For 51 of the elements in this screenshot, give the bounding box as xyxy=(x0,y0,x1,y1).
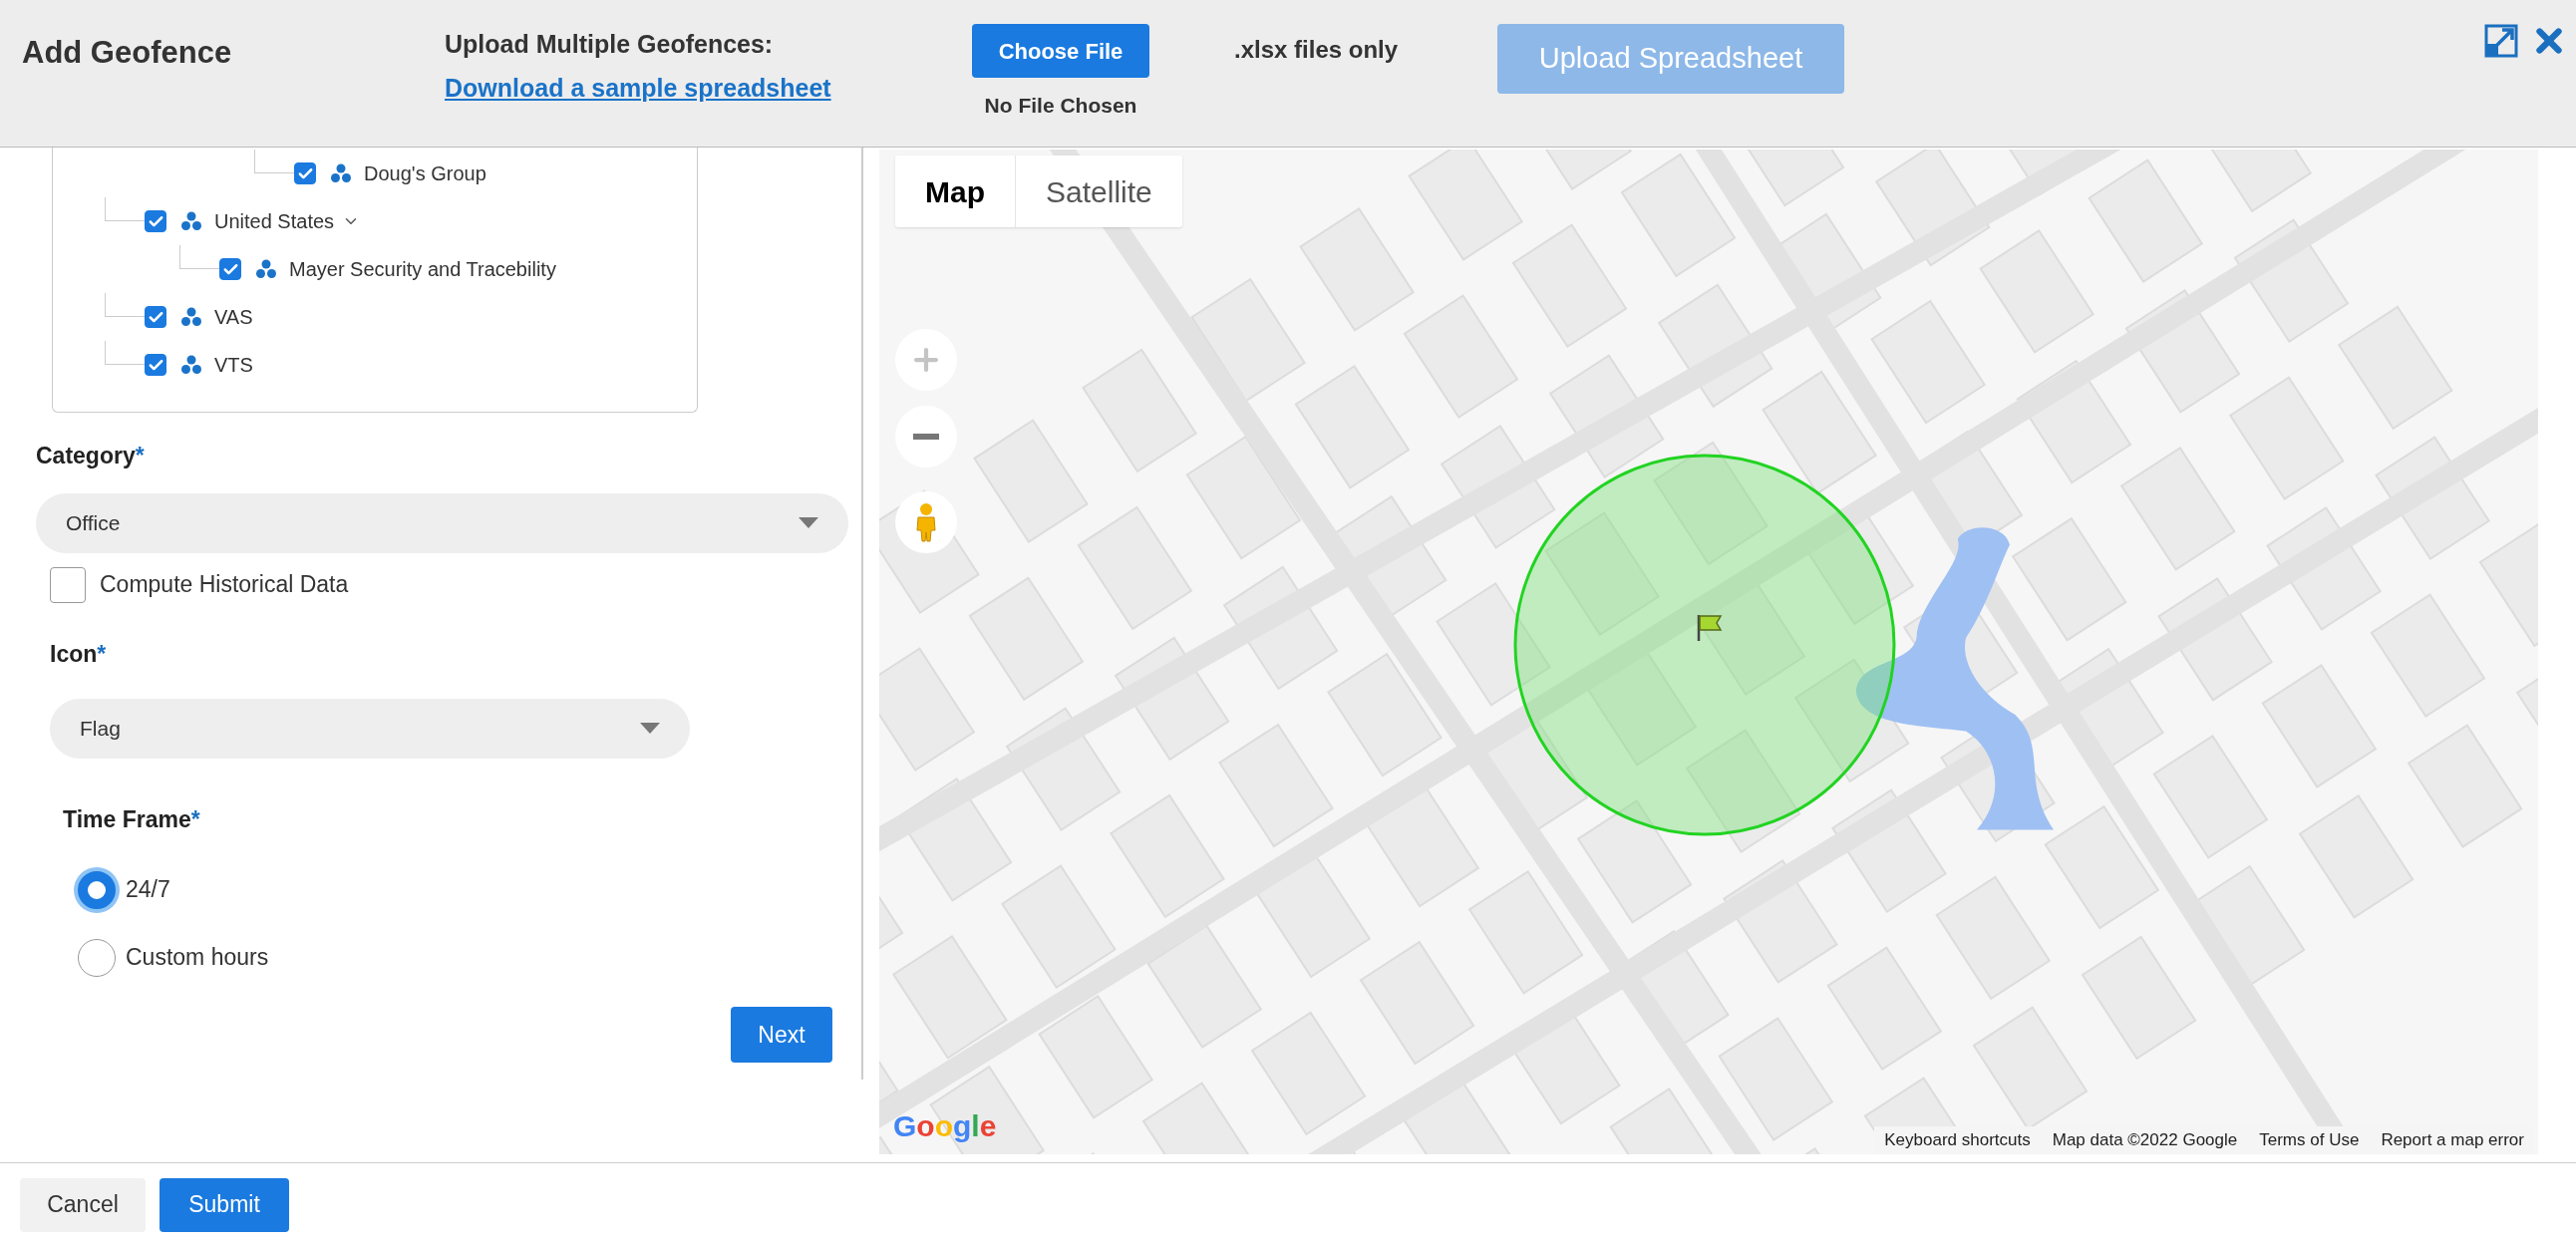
tree-item-label[interactable]: United States xyxy=(214,206,335,236)
expand-icon[interactable] xyxy=(2484,24,2518,58)
group-icon xyxy=(255,259,277,279)
checkbox[interactable] xyxy=(294,162,316,184)
map-footer-link[interactable]: Map data ©2022 Google xyxy=(2052,1127,2238,1153)
checkbox[interactable] xyxy=(219,258,241,280)
group-icon xyxy=(330,163,352,183)
upload-label: Upload Multiple Geofences: xyxy=(445,29,775,60)
time-frame-label: Time Frame xyxy=(63,805,191,834)
map-footer-link[interactable]: Report a map error xyxy=(2381,1127,2524,1153)
required-mark: * xyxy=(97,639,107,669)
checkbox[interactable] xyxy=(145,210,166,232)
choose-file-button[interactable]: Choose File xyxy=(972,24,1149,78)
next-button[interactable]: Next xyxy=(731,1007,832,1063)
flag-icon[interactable] xyxy=(1695,613,1725,643)
map-type-tab[interactable]: Map xyxy=(895,156,1015,227)
person-icon xyxy=(914,502,938,542)
group-icon xyxy=(180,307,202,327)
dialog-title: Add Geofence xyxy=(22,34,232,72)
map-footer-link[interactable]: Keyboard shortcuts xyxy=(1884,1127,2031,1153)
map-footer-link[interactable]: Terms of Use xyxy=(2259,1127,2360,1153)
group-icon xyxy=(180,211,202,231)
radio-label[interactable]: 24/7 xyxy=(126,872,170,907)
submit-button[interactable]: Submit xyxy=(160,1177,289,1232)
tree-item-label[interactable]: VTS xyxy=(214,350,253,380)
map-type-tab[interactable]: Satellite xyxy=(1015,156,1182,227)
sample-spreadsheet-link[interactable]: Download a sample spreadsheet xyxy=(445,69,831,107)
file-status: No File Chosen xyxy=(984,93,1137,119)
checkbox[interactable] xyxy=(145,354,166,376)
required-mark: * xyxy=(190,805,200,834)
minus-icon xyxy=(913,434,939,440)
tree-item-label[interactable]: VAS xyxy=(214,302,253,332)
radio-label[interactable]: Custom hours xyxy=(126,940,269,975)
radio-button[interactable] xyxy=(78,938,116,977)
category-label: Category xyxy=(36,442,136,470)
dropdown-field[interactable]: Office xyxy=(36,492,848,553)
required-mark: * xyxy=(135,442,145,470)
cancel-button[interactable]: Cancel xyxy=(20,1177,146,1232)
checkbox[interactable] xyxy=(145,306,166,328)
caret-icon xyxy=(799,516,818,529)
dropdown-field[interactable]: Flag xyxy=(50,699,690,759)
icon-label: Icon xyxy=(50,639,98,669)
tree-item-label[interactable]: Mayer Security and Tracebility xyxy=(289,254,556,284)
group-icon xyxy=(180,355,202,375)
historical-data-label[interactable]: Compute Historical Data xyxy=(100,567,349,602)
radio-button[interactable] xyxy=(78,870,116,909)
tree-item-label[interactable]: Doug's Group xyxy=(364,158,486,188)
checkbox[interactable] xyxy=(50,566,86,603)
google-logo: Google xyxy=(893,1108,997,1144)
file-type-hint: .xlsx files only xyxy=(1234,35,1399,65)
caret-icon xyxy=(640,723,660,735)
